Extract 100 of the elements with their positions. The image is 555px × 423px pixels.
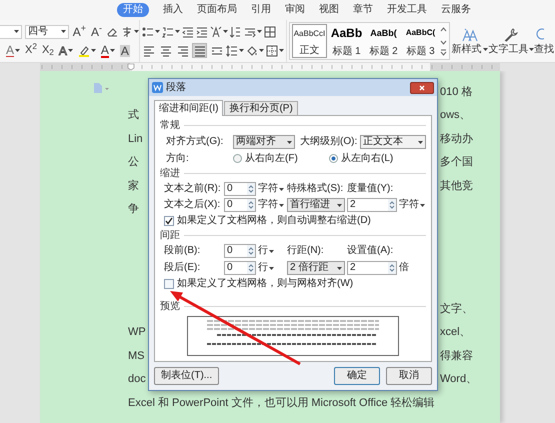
style-sample: AaBbC( — [406, 27, 436, 39]
font-color-button[interactable]: A — [100, 44, 115, 58]
checkbox-label: 如果定义了文档网格，则与网格对齐(W) — [177, 278, 354, 288]
dialog-tab[interactable]: 缩进和间距(I) — [154, 100, 224, 116]
field-label: 设置值(A): — [347, 246, 394, 256]
document-text: Lin — [128, 132, 143, 144]
paragraph-spacing-icon[interactable] — [244, 26, 256, 38]
caret-icon — [482, 48, 488, 51]
caret-icon — [15, 49, 20, 52]
paint-bucket-icon[interactable] — [246, 44, 258, 56]
spin-field[interactable]: 0 — [224, 198, 256, 212]
menu-tab[interactable]: 章节 — [353, 3, 373, 17]
radio-button[interactable] — [233, 154, 242, 163]
spin-field[interactable]: 2 — [347, 198, 397, 212]
section-heading: 间距 — [160, 230, 180, 240]
unit-dropdown[interactable]: 字符 — [258, 184, 285, 194]
outdent-icon[interactable] — [182, 26, 194, 38]
style-sample: AaBbCcI — [294, 28, 326, 40]
strikethrough-button[interactable]: A — [6, 44, 20, 57]
shading-button[interactable]: A — [120, 44, 130, 56]
checkbox[interactable] — [164, 216, 174, 226]
dialog-button[interactable]: 取消 — [386, 367, 432, 385]
menu-tab[interactable]: 审阅 — [285, 3, 305, 17]
spin-field[interactable]: 2 — [347, 261, 397, 275]
dropdown[interactable]: 正文文本 — [360, 135, 426, 149]
field-label: 倍 — [399, 263, 410, 273]
dropdown[interactable]: 首行缩进 — [287, 198, 345, 212]
text-direction-icon[interactable] — [210, 26, 222, 38]
caret-icon — [134, 30, 139, 33]
sort-icon[interactable] — [230, 26, 242, 38]
line-spacing-icon[interactable] — [226, 44, 238, 56]
script-button[interactable]: X$^{2}$ — [25, 45, 37, 56]
menu-tab[interactable]: 视图 — [319, 3, 339, 17]
document-text: WP — [128, 326, 146, 338]
eraser-icon[interactable] — [106, 26, 118, 38]
field-label: 行距(N): — [287, 246, 325, 256]
caret-icon — [257, 30, 262, 33]
spinner-icon — [388, 199, 396, 211]
new-style-button[interactable]: 新样式 — [452, 20, 487, 62]
spinner-icon — [247, 262, 255, 274]
caret-icon — [279, 188, 284, 190]
font-size-button[interactable]: A$^{+}$ — [72, 26, 87, 38]
close-button[interactable] — [410, 82, 434, 94]
phonetic-icon[interactable] — [121, 26, 133, 38]
dialog-button[interactable]: 制表位(T)... — [154, 367, 220, 385]
spin-field[interactable]: 0 — [224, 244, 256, 258]
text-effect-button[interactable]: A — [58, 44, 73, 56]
style-preset[interactable]: AaBbCcI 正文 — [292, 24, 327, 58]
font-name-field[interactable] — [0, 24, 22, 38]
style-preset[interactable]: AaBbC( 标题 3 — [403, 24, 438, 58]
highlighter-icon[interactable] — [78, 44, 90, 56]
font-size-button[interactable]: A$^{-}$ — [90, 26, 103, 38]
font-size-field[interactable]: 四号 — [24, 24, 69, 38]
table-grid-icon[interactable] — [264, 26, 276, 38]
border-icon[interactable] — [266, 44, 278, 56]
spinner-icon — [247, 245, 255, 257]
document-text: 争 — [128, 203, 139, 215]
menu-tab[interactable]: 开发工具 — [387, 3, 427, 17]
checkbox[interactable] — [164, 278, 174, 288]
caret-icon — [337, 266, 342, 270]
menu-tab[interactable]: 插入 — [163, 3, 183, 17]
field-label: 对齐方式(G): — [166, 137, 224, 147]
style-name: 标题 1 — [332, 46, 361, 58]
numbered-list-icon[interactable] — [162, 26, 174, 38]
field-label: 方向: — [166, 154, 190, 164]
menu-tab[interactable]: 页面布局 — [197, 3, 237, 17]
style-icon — [462, 28, 478, 42]
unit-dropdown[interactable]: 字符 — [399, 200, 426, 210]
unit-dropdown[interactable]: 行 — [258, 246, 285, 256]
indent-icon[interactable] — [196, 26, 208, 38]
field-label: 段前(B): — [164, 246, 202, 256]
menu-tab[interactable]: 引用 — [251, 3, 271, 17]
unit-dropdown[interactable]: 行 — [258, 263, 285, 273]
field-label: 度量值(Y): — [347, 184, 394, 194]
dropdown[interactable]: 两端对齐 — [233, 135, 295, 149]
gallery-scroll-icon[interactable] — [440, 25, 447, 57]
find-button[interactable]: 查找 — [534, 20, 555, 62]
bullet-list-icon[interactable] — [142, 26, 154, 38]
style-preset[interactable]: AaBb 标题 1 — [329, 24, 364, 58]
script-button[interactable]: X$_{2}$ — [42, 45, 54, 56]
caret-icon — [287, 140, 292, 144]
radio-button[interactable] — [329, 154, 338, 163]
style-preset[interactable]: AaBb( 标题 2 — [366, 24, 401, 58]
dropdown[interactable]: 2 倍行距 — [287, 261, 345, 275]
dialog-button[interactable]: 确定 — [334, 367, 380, 385]
dialog-tab[interactable]: 换行和分页(P) — [224, 101, 298, 115]
alignment-icon — [143, 44, 156, 56]
document-text: 得兼容 — [440, 348, 473, 364]
spin-field[interactable]: 0 — [224, 261, 256, 275]
unit-dropdown[interactable]: 字符 — [258, 200, 285, 210]
caret-icon — [418, 140, 423, 144]
text-tools-button[interactable]: 文字工具 — [488, 20, 534, 62]
align-button[interactable] — [192, 43, 208, 58]
document-text: 家 — [128, 180, 139, 192]
caret-icon — [337, 204, 342, 206]
style-name: 正文 — [300, 45, 320, 57]
menu-tab[interactable]: 云服务 — [441, 3, 471, 17]
menu-tab[interactable]: 开始 — [117, 3, 149, 17]
spin-field[interactable]: 0 — [224, 182, 256, 196]
caret-icon — [14, 30, 19, 33]
